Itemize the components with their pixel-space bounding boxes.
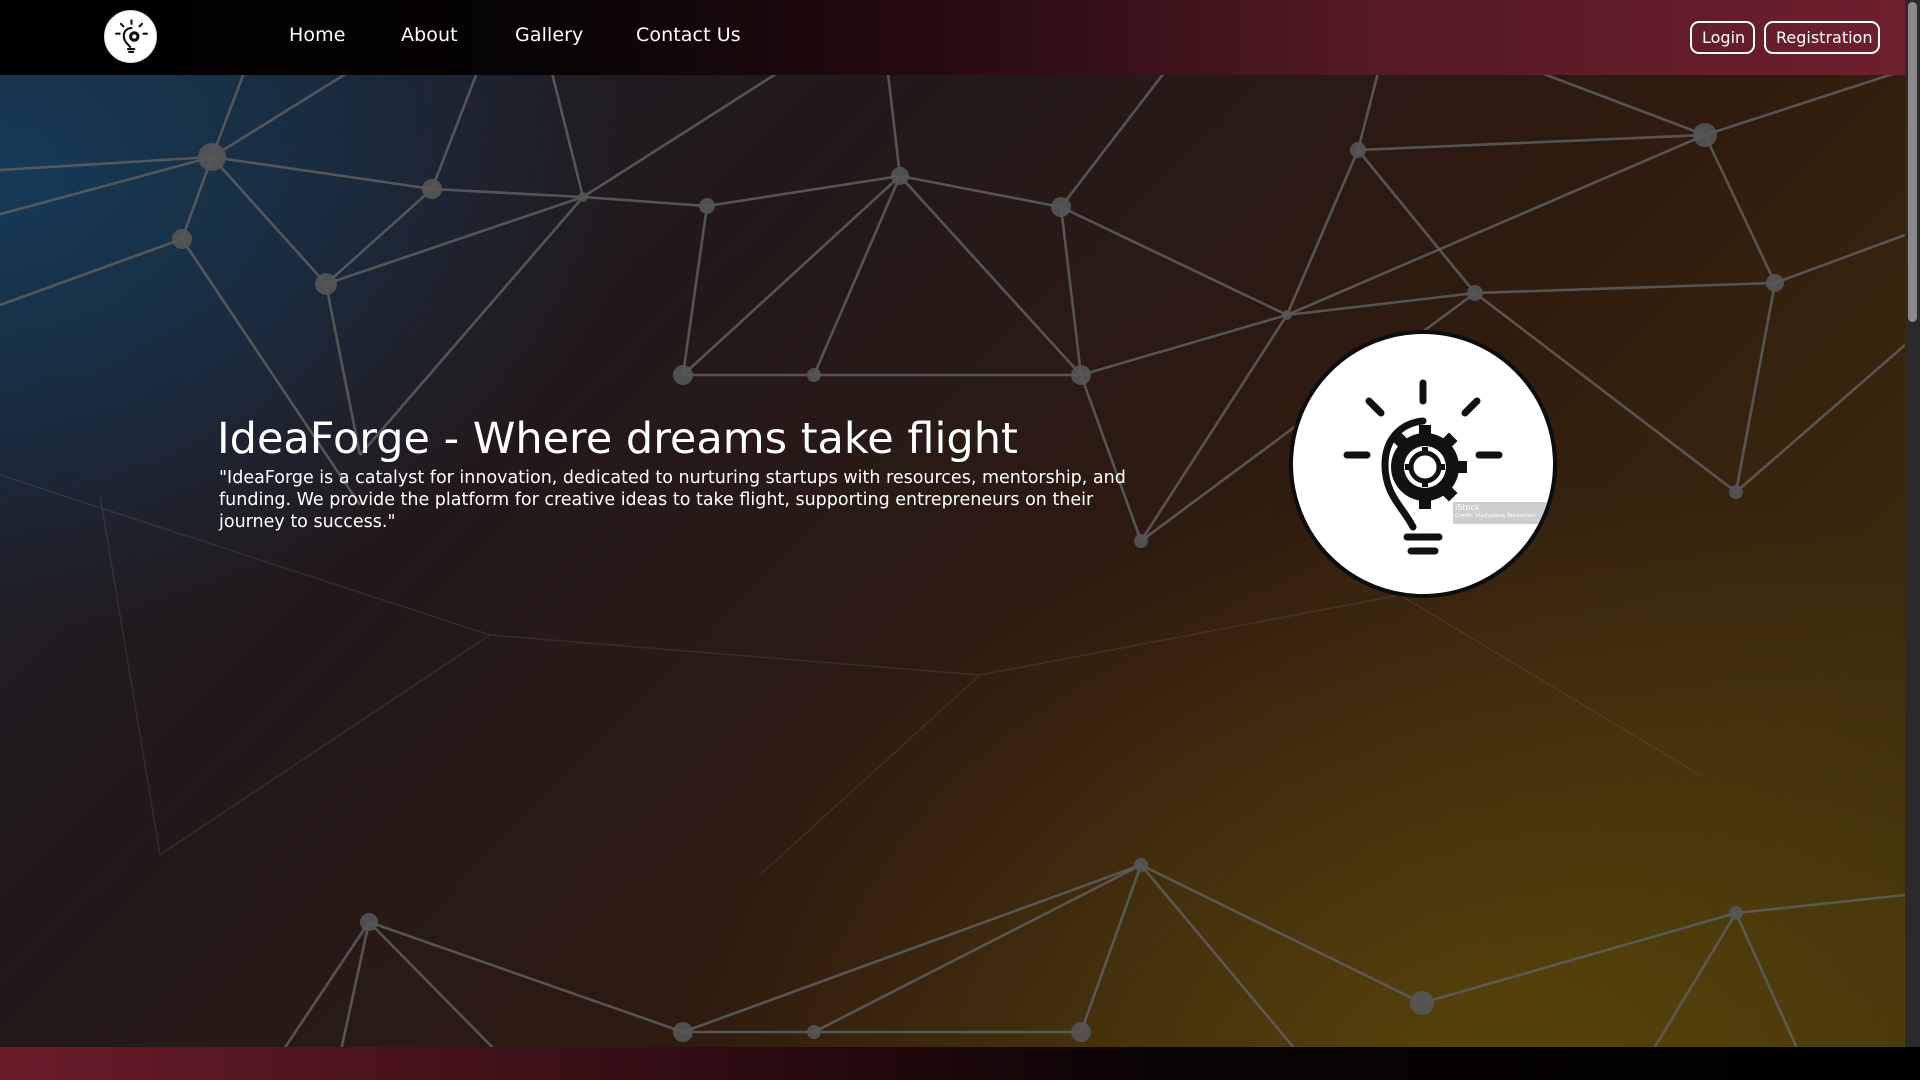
nav-contact-us[interactable]: Contact Us (636, 24, 741, 46)
hero-section: IdeaForge - Where dreams take flight "Id… (0, 75, 1905, 1047)
navbar: Home About Gallery Contact Us Login Regi… (0, 0, 1905, 75)
hero-image: iStock Credit: Vladyslava Yakovenko (1289, 330, 1557, 598)
login-button[interactable]: Login (1690, 21, 1755, 54)
network-background (0, 75, 1905, 1047)
lightbulb-gear-icon (1343, 379, 1503, 555)
footer-bar (0, 1047, 1920, 1080)
vertical-scrollbar[interactable] (1905, 0, 1920, 1047)
nav-about[interactable]: About (401, 24, 458, 46)
registration-button[interactable]: Registration (1764, 21, 1880, 54)
nav-home[interactable]: Home (289, 24, 346, 46)
hero-description: "IdeaForge is a catalyst for innovation,… (219, 468, 1126, 532)
watermark-title: iStock (1455, 503, 1480, 512)
stock-watermark: iStock Credit: Vladyslava Yakovenko (1453, 502, 1553, 524)
hero-title: IdeaForge - Where dreams take flight (217, 414, 1018, 464)
scrollbar-thumb[interactable] (1908, 2, 1917, 322)
lightbulb-gear-icon (115, 19, 148, 53)
site-logo[interactable] (104, 10, 157, 63)
watermark-credit: Credit: Vladyslava Yakovenko (1455, 513, 1536, 519)
nav-gallery[interactable]: Gallery (515, 24, 583, 46)
